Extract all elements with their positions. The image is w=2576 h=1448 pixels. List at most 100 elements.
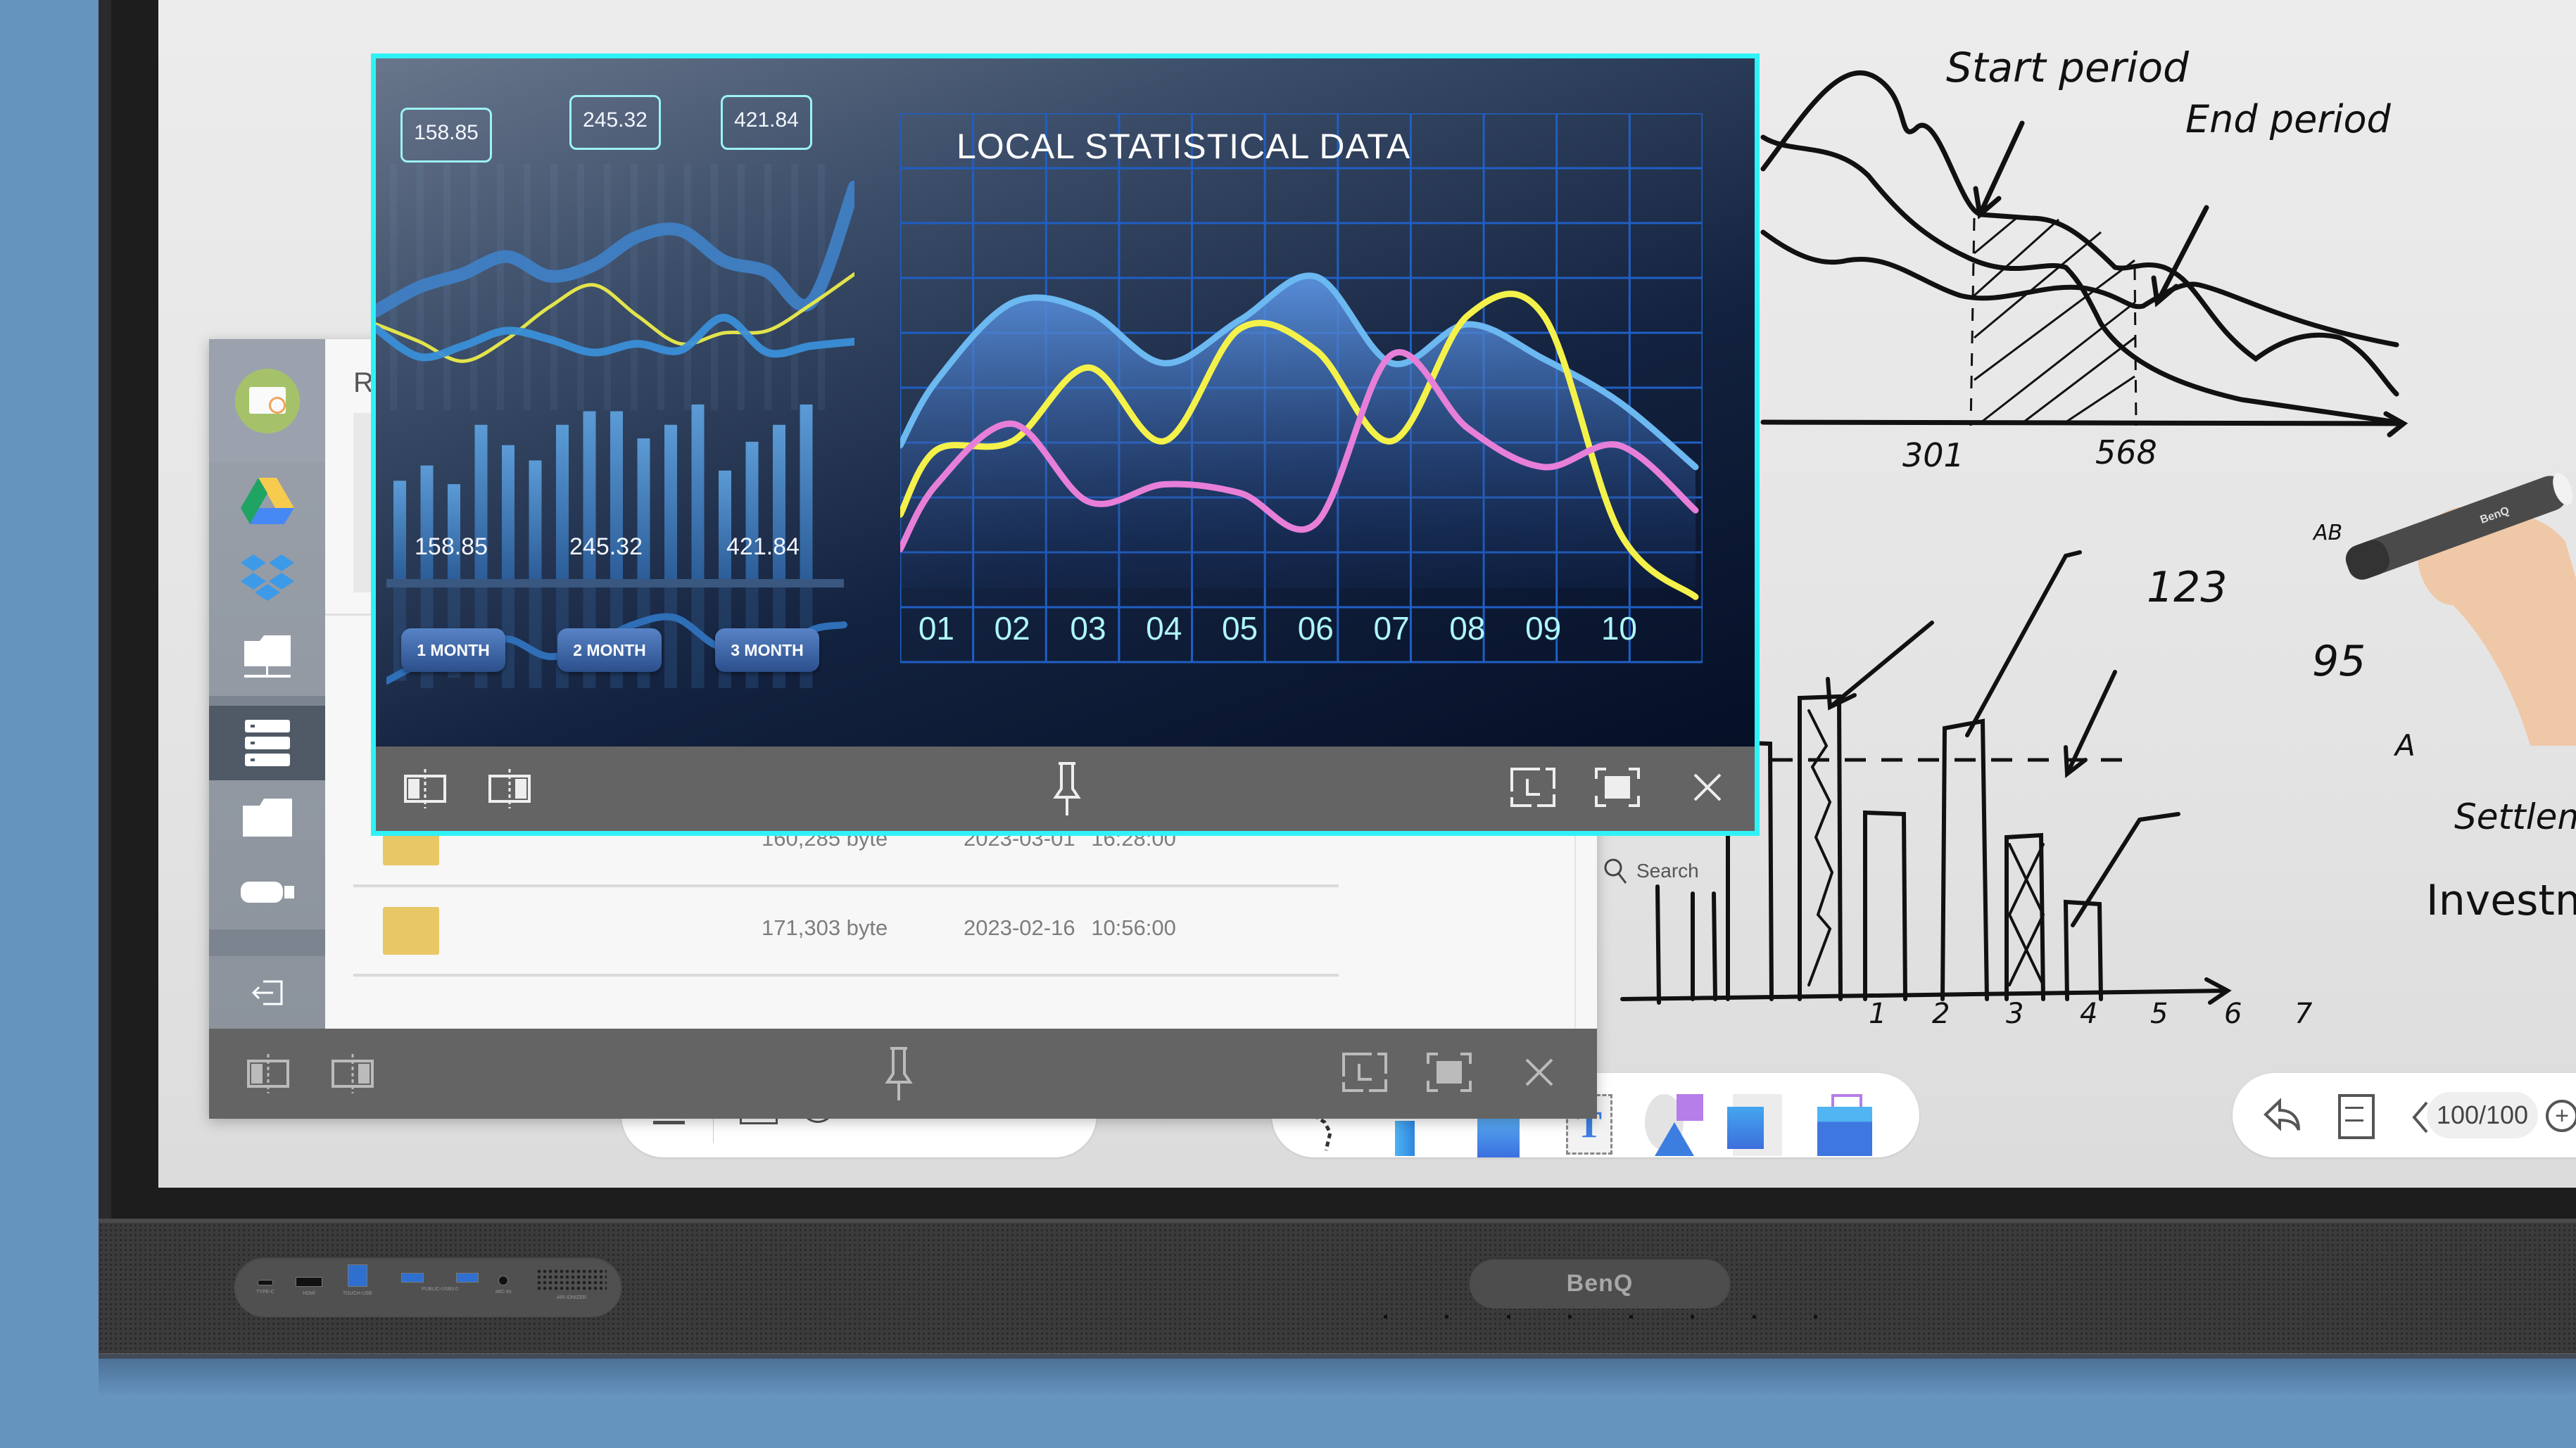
brand-plate: BenQ — [1469, 1258, 1731, 1309]
dropbox-icon — [240, 554, 294, 601]
eraser-tool-icon[interactable] — [1477, 1115, 1520, 1157]
port-label: HDMI — [303, 1291, 315, 1296]
image-insert-icon[interactable] — [1727, 1094, 1782, 1156]
bg-stripe — [497, 164, 504, 410]
bg-stripe — [684, 164, 691, 410]
line-a — [2071, 812, 2180, 927]
sidebar-item-google-drive[interactable] — [209, 462, 325, 540]
sidebar-item-app[interactable] — [209, 339, 325, 462]
dock-right-icon[interactable] — [330, 1053, 378, 1095]
x-tick-label: 06 — [1297, 610, 1334, 647]
add-page-icon[interactable]: + — [2546, 1100, 2576, 1132]
period-button-3-month[interactable]: 3 MONTH — [715, 628, 819, 672]
shapes-tool-icon[interactable] — [1645, 1094, 1708, 1156]
sketch-period-chart — [1760, 70, 2408, 438]
mini-line-chart — [376, 164, 854, 410]
sketch-bar-3 — [1863, 810, 1907, 1001]
hand-with-pen: BenQ — [2345, 472, 2576, 746]
sidebar-item-local-storage[interactable] — [209, 706, 325, 780]
pin-icon[interactable] — [885, 1046, 913, 1102]
usb-a-socket — [456, 1273, 479, 1283]
bar — [664, 424, 677, 579]
sidebar-item-network[interactable] — [209, 617, 325, 696]
sidebar-item-usb[interactable] — [209, 855, 325, 929]
arrow-to-bar-3 — [1826, 621, 1934, 711]
period-button-2-month[interactable]: 2 MONTH — [557, 628, 662, 672]
search-icon — [1604, 858, 1627, 884]
bg-stripe — [550, 164, 557, 410]
bar-baseline — [386, 579, 844, 588]
page-settings-icon[interactable] — [2338, 1094, 2375, 1139]
sidebar-separator — [209, 929, 325, 956]
sketch-x-label: 3 — [2006, 998, 2024, 1030]
usb-a-socket — [401, 1273, 424, 1283]
sketch-bar-0 — [1691, 891, 1717, 1001]
file-manager-app-icon — [234, 368, 300, 433]
restore-window-icon[interactable] — [1341, 1051, 1389, 1093]
sidebar-separator — [209, 696, 325, 706]
sketch-label-end-period: End period — [2185, 97, 2391, 141]
sketch-legend-settlement: Settlement — [2454, 796, 2576, 837]
bg-stripe — [524, 164, 531, 410]
x-tick-label: 10 — [1600, 610, 1638, 647]
port-label: AIR IONIZER — [556, 1295, 586, 1300]
bar-value-label: 245.32 — [569, 533, 643, 560]
sketch-axis — [1760, 411, 2408, 438]
period-button-1-month[interactable]: 1 MONTH — [401, 628, 505, 672]
restore-window-icon[interactable] — [1509, 766, 1557, 808]
sketch-x-label: 7 — [2294, 998, 2313, 1030]
chart-window-content: 158.85 245.32 421.84 158.85 245.32 421.8… — [376, 58, 1755, 747]
search-label: Search — [1636, 860, 1699, 882]
bar-reflection — [664, 588, 677, 688]
file-size: 171,303 byte — [762, 915, 888, 940]
close-icon[interactable] — [1692, 772, 1723, 803]
sidebar-item-exit[interactable] — [209, 956, 325, 1029]
mic-hole — [1629, 1315, 1633, 1319]
mic-hole — [1507, 1315, 1510, 1319]
sidebar-item-dropbox[interactable] — [209, 540, 325, 617]
start-period-arrow — [1973, 120, 2025, 220]
series-area-blue — [900, 275, 1696, 588]
mic-hole — [1814, 1315, 1817, 1319]
port-touch-usb: TOUCH-USB — [343, 1264, 372, 1296]
x-tick-label: 02 — [994, 610, 1030, 647]
bar — [448, 484, 460, 579]
dock-left-icon[interactable] — [403, 768, 450, 810]
file-manager-sidebar — [209, 339, 325, 1029]
local-statistical-chart — [900, 113, 1703, 663]
chart-window: 158.85 245.32 421.84 158.85 245.32 421.8… — [371, 53, 1760, 836]
bar — [719, 470, 731, 579]
hdmi-socket — [296, 1277, 322, 1287]
dock-left-icon[interactable] — [246, 1053, 293, 1095]
sketch-legend-investment: Investment — [2426, 876, 2576, 925]
bar-2-zigzag — [1807, 709, 1834, 986]
mic-jack — [498, 1276, 509, 1285]
undo-icon[interactable] — [2262, 1098, 2303, 1133]
sketch-x-label: 5 — [2150, 998, 2168, 1030]
sidebar-item-folder[interactable] — [209, 780, 325, 855]
fullscreen-icon[interactable] — [1593, 766, 1641, 808]
x-tick-label: 07 — [1373, 610, 1410, 647]
bar — [529, 460, 542, 579]
x-tick-label: 03 — [1070, 610, 1106, 647]
usb-c-socket — [257, 1280, 273, 1285]
bar — [556, 424, 569, 579]
toolbox-icon[interactable] — [1817, 1094, 1872, 1156]
port-label: TOUCH-USB — [343, 1291, 372, 1296]
x-tick-label: 01 — [918, 610, 954, 647]
pen-tool-icon[interactable] — [1395, 1121, 1415, 1156]
value-box: 245.32 — [569, 95, 661, 150]
bg-stripe — [604, 164, 611, 410]
file-row[interactable]: 171,303 byte 2023-02-16 10:56:00 — [353, 887, 1339, 977]
fullscreen-icon[interactable] — [1425, 1051, 1473, 1093]
sketch-annotation-123: 123 — [2147, 563, 2228, 612]
dock-right-icon[interactable] — [487, 768, 535, 810]
page-indicator[interactable]: 100/100 — [2427, 1092, 2538, 1138]
close-icon[interactable] — [1524, 1057, 1555, 1088]
minimize-icon[interactable] — [653, 1121, 685, 1124]
mic-hole — [1753, 1315, 1756, 1319]
air-ionizer-vent: AIR IONIZER — [533, 1269, 610, 1300]
search-button[interactable]: Search — [1603, 857, 1699, 885]
pin-icon[interactable] — [1053, 761, 1081, 817]
brand-logo: BenQ — [1566, 1270, 1634, 1297]
